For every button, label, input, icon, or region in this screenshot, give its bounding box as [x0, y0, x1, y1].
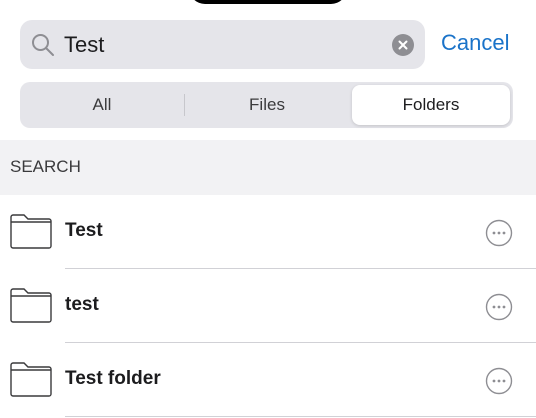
more-icon[interactable] — [485, 219, 513, 247]
list-item[interactable]: Test — [0, 195, 536, 269]
segment-folders[interactable]: Folders — [352, 85, 510, 125]
segment-divider — [184, 94, 185, 116]
item-name: Test — [65, 220, 103, 241]
search-field[interactable] — [20, 20, 425, 69]
list-item[interactable]: test — [0, 269, 536, 343]
search-icon — [32, 34, 54, 56]
segment-all[interactable]: All — [22, 85, 182, 125]
folder-icon — [10, 288, 52, 323]
section-header: SEARCH — [0, 140, 536, 195]
cancel-button[interactable]: Cancel — [441, 30, 509, 56]
row-separator — [65, 416, 536, 417]
results-list: Test test Test folder — [0, 195, 536, 417]
section-title: SEARCH — [10, 157, 81, 176]
item-name: Test folder — [65, 368, 161, 389]
segment-files[interactable]: Files — [186, 85, 348, 125]
scope-segmented-control: All Files Folders — [20, 82, 513, 128]
item-name: test — [65, 294, 99, 315]
clear-icon[interactable] — [392, 34, 414, 56]
list-item[interactable]: Test folder — [0, 343, 536, 417]
search-bar: Cancel — [20, 20, 520, 70]
device-notch — [189, 0, 347, 4]
folder-icon — [10, 362, 52, 397]
more-icon[interactable] — [485, 293, 513, 321]
search-input[interactable] — [64, 20, 384, 69]
folder-icon — [10, 214, 52, 249]
more-icon[interactable] — [485, 367, 513, 395]
